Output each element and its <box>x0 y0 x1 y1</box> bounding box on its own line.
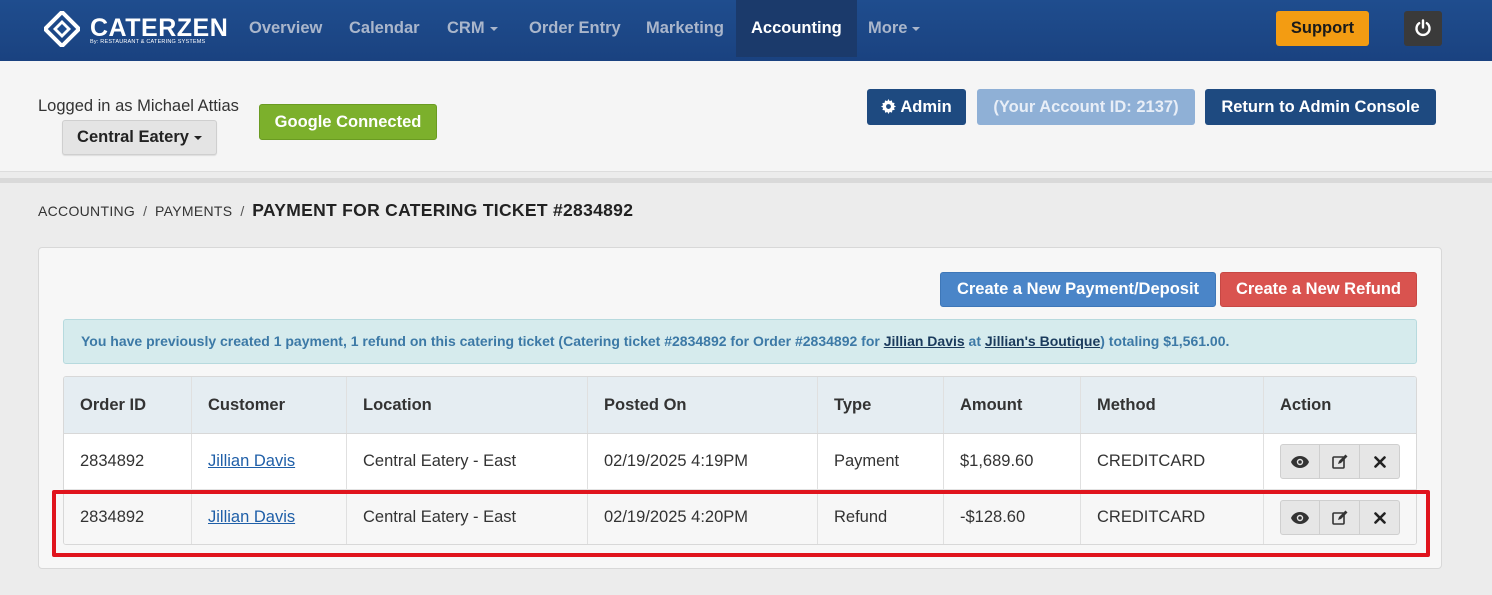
payment-summary-alert: You have previously created 1 payment, 1… <box>63 319 1417 364</box>
admin-button[interactable]: Admin <box>867 89 966 125</box>
delete-button[interactable] <box>1360 444 1400 479</box>
nav-more[interactable]: More <box>868 0 921 57</box>
page-title: PAYMENT FOR CATERING TICKET #2834892 <box>252 200 634 220</box>
nav-crm-label: CRM <box>447 19 485 37</box>
header-location: Location <box>347 377 588 433</box>
summary-customer-link[interactable]: Jillian Davis <box>884 333 965 349</box>
cell-posted-on: 02/19/2025 4:19PM <box>588 434 818 489</box>
close-icon <box>1373 455 1386 468</box>
power-icon <box>1415 19 1431 37</box>
edit-icon <box>1331 454 1347 469</box>
cell-location: Central Eatery - East <box>347 434 588 489</box>
eye-icon <box>1291 455 1309 468</box>
admin-button-label: Admin <box>900 98 952 116</box>
nav-calendar[interactable]: Calendar <box>349 0 420 57</box>
table-row: 2834892 Jillian Davis Central Eatery - E… <box>64 490 1416 544</box>
location-dropdown[interactable]: Central Eatery <box>62 120 217 155</box>
row-action-group <box>1280 500 1400 535</box>
edit-icon <box>1331 510 1347 525</box>
return-admin-console-button[interactable]: Return to Admin Console <box>1205 89 1436 125</box>
breadcrumb-payments[interactable]: PAYMENTS <box>155 203 232 219</box>
breadcrumb-separator: / <box>143 203 148 219</box>
cell-order-id: 2834892 <box>64 490 192 544</box>
caterzen-diamond-logo-icon <box>44 11 80 47</box>
nav-order-entry[interactable]: Order Entry <box>529 0 621 57</box>
support-button[interactable]: Support <box>1276 11 1369 46</box>
table-header-row: Order ID Customer Location Posted On Typ… <box>64 377 1416 434</box>
cell-method: CREDITCARD <box>1081 434 1264 489</box>
caterzen-logo[interactable]: CATERZEN By: RESTAURANT & CATERING SYSTE… <box>44 11 228 51</box>
cell-customer: Jillian Davis <box>192 490 347 544</box>
cell-method: CREDITCARD <box>1081 490 1264 544</box>
header-order-id: Order ID <box>64 377 192 433</box>
cell-amount: -$128.60 <box>944 490 1081 544</box>
header-divider <box>0 178 1492 183</box>
cell-actions <box>1264 490 1416 544</box>
header-posted-on: Posted On <box>588 377 818 433</box>
chevron-down-icon <box>193 135 202 140</box>
header-action: Action <box>1280 395 1332 414</box>
breadcrumb-separator: / <box>240 203 245 219</box>
row-action-group <box>1280 444 1400 479</box>
breadcrumb: ACCOUNTING / PAYMENTS / PAYMENT FOR CATERING… <box>38 199 633 221</box>
summary-text-suffix: ) totaling $1,561.00. <box>1100 333 1230 349</box>
edit-button[interactable] <box>1320 444 1360 479</box>
payments-table: Order ID Customer Location Posted On Typ… <box>63 376 1417 545</box>
nav-overview[interactable]: Overview <box>249 0 322 57</box>
create-payment-button[interactable]: Create a New Payment/Deposit <box>940 272 1216 307</box>
header-amount: Amount <box>944 377 1081 433</box>
chevron-down-icon <box>489 26 498 31</box>
create-refund-button[interactable]: Create a New Refund <box>1220 272 1417 307</box>
summary-text-prefix: You have previously created 1 payment, 1… <box>81 333 884 349</box>
summary-text-at: at <box>964 333 985 349</box>
cell-type: Refund <box>818 490 944 544</box>
google-connected-button[interactable]: Google Connected <box>259 104 437 140</box>
view-button[interactable] <box>1280 444 1320 479</box>
header-method: Method <box>1081 377 1264 433</box>
nav-accounting[interactable]: Accounting <box>736 0 857 57</box>
customer-link[interactable]: Jillian Davis <box>208 452 295 471</box>
cell-type: Payment <box>818 434 944 489</box>
delete-button[interactable] <box>1360 500 1400 535</box>
cell-order-id: 2834892 <box>64 434 192 489</box>
view-button[interactable] <box>1280 500 1320 535</box>
cell-location: Central Eatery - East <box>347 490 588 544</box>
close-icon <box>1373 511 1386 524</box>
cell-posted-on: 02/19/2025 4:20PM <box>588 490 818 544</box>
edit-button[interactable] <box>1320 500 1360 535</box>
top-navbar: CATERZEN By: RESTAURANT & CATERING SYSTE… <box>0 0 1492 61</box>
table-row: 2834892 Jillian Davis Central Eatery - E… <box>64 434 1416 490</box>
nav-crm[interactable]: CRM <box>447 0 498 57</box>
account-id-button[interactable]: (Your Account ID: 2137) <box>977 89 1195 125</box>
eye-icon <box>1291 511 1309 524</box>
brand-tagline: By: RESTAURANT & CATERING SYSTEMS <box>90 39 206 45</box>
customer-link[interactable]: Jillian Davis <box>208 508 295 527</box>
header-type: Type <box>818 377 944 433</box>
cell-customer: Jillian Davis <box>192 434 347 489</box>
gear-icon <box>881 99 897 114</box>
nav-more-label: More <box>868 19 908 37</box>
logged-in-text: Logged in as Michael Attias <box>38 97 239 115</box>
breadcrumb-accounting[interactable]: ACCOUNTING <box>38 203 135 219</box>
header-customer: Customer <box>192 377 347 433</box>
location-dropdown-label: Central Eatery <box>77 128 189 146</box>
cell-amount: $1,689.60 <box>944 434 1081 489</box>
nav-marketing[interactable]: Marketing <box>646 0 724 57</box>
logout-button[interactable] <box>1404 11 1442 46</box>
cell-actions <box>1264 434 1416 489</box>
chevron-down-icon <box>912 26 921 31</box>
summary-company-link[interactable]: Jillian's Boutique <box>985 333 1100 349</box>
